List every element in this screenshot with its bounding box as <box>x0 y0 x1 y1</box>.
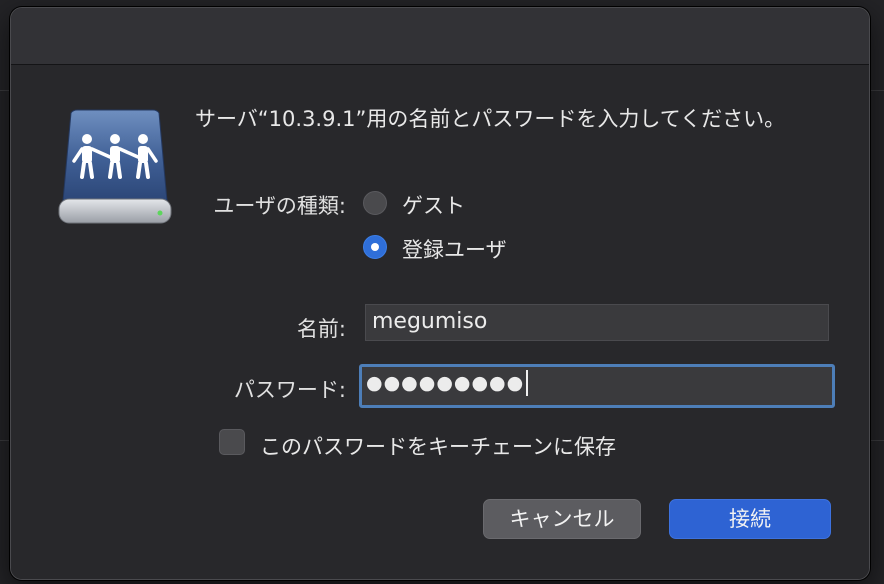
radio-registered-user[interactable] <box>363 235 387 259</box>
name-input[interactable]: megumiso <box>365 304 829 341</box>
dialog-titlebar <box>11 8 869 65</box>
network-server-drive-icon <box>58 109 172 224</box>
dialog-message: サーバ“10.3.9.1”用の名前とパスワードを入力してください。 <box>195 107 786 131</box>
cancel-button[interactable]: キャンセル <box>483 499 641 539</box>
save-to-keychain-checkbox[interactable] <box>219 429 245 455</box>
password-label: パスワード: <box>233 378 346 402</box>
name-label: 名前: <box>296 317 346 341</box>
text-caret <box>526 370 529 396</box>
radio-guest-label[interactable]: ゲスト <box>402 190 465 220</box>
user-type-label: ユーザの種類: <box>213 194 346 218</box>
radio-guest[interactable] <box>363 191 387 215</box>
radio-registered-user-label[interactable]: 登録ユーザ <box>402 234 507 264</box>
save-to-keychain-label[interactable]: このパスワードをキーチェーンに保存 <box>260 431 616 461</box>
connect-button[interactable]: 接続 <box>669 499 831 539</box>
password-masked-value: ●●●●●●●●● <box>366 372 525 394</box>
login-dialog: サーバ“10.3.9.1”用の名前とパスワードを入力してください。 ユーザの種類… <box>10 7 870 580</box>
password-input[interactable]: ●●●●●●●●● <box>359 364 835 408</box>
